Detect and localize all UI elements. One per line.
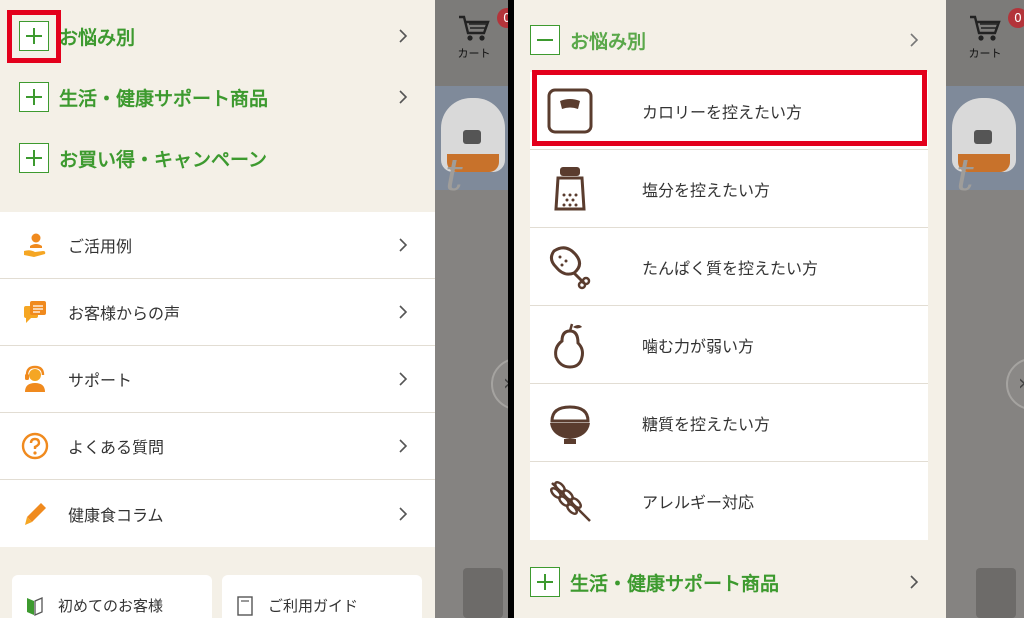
chevron-right-icon xyxy=(902,32,926,48)
highlight-box xyxy=(7,10,61,63)
product-image xyxy=(463,568,503,618)
pen-icon xyxy=(20,499,50,529)
info-link-list: ご活用例 お客様からの声 サポート よくある質問 健康食コラム xyxy=(0,212,435,547)
right-screenshot: お悩み別 カロリーを控えたい方 塩分を控えたい方 たんぱく質を控えたい方 噛む力… xyxy=(514,0,1024,618)
link-faq[interactable]: よくある質問 xyxy=(0,413,435,480)
highlight-box xyxy=(532,70,927,146)
drumstick-icon xyxy=(544,241,596,293)
speech-bubble-icon xyxy=(20,297,50,327)
category-label: お悩み別 xyxy=(59,26,136,49)
wheat-icon xyxy=(544,475,596,527)
salt-shaker-icon xyxy=(544,163,596,215)
concern-label: 噛む力が弱い方 xyxy=(642,336,755,356)
chevron-right-icon: › xyxy=(503,371,508,396)
product-image xyxy=(976,568,1016,618)
beginner-mark-icon xyxy=(27,597,43,616)
page-backdrop-overlay[interactable]: t › 0 カート xyxy=(435,0,508,618)
category-concerns-expanded[interactable]: お悩み別 xyxy=(514,10,946,70)
chevron-right-icon xyxy=(391,237,415,253)
category-label: 生活・健康サポート商品 xyxy=(570,572,780,595)
cart-button[interactable]: 0 カート xyxy=(950,8,1024,61)
chevron-right-icon xyxy=(391,304,415,320)
link-customer-voices[interactable]: お客様からの声 xyxy=(0,279,435,346)
chevron-right-icon: › xyxy=(1018,371,1024,396)
rice-bowl-icon xyxy=(544,397,596,449)
question-icon xyxy=(20,431,50,461)
cart-label: カート xyxy=(968,47,1002,60)
guide-book-icon xyxy=(237,596,253,616)
chevron-right-icon xyxy=(391,371,415,387)
decorative-script: t xyxy=(445,150,463,201)
chevron-right-icon xyxy=(391,438,415,454)
pear-icon xyxy=(544,319,596,371)
minus-icon[interactable] xyxy=(530,25,560,55)
link-label: ご活用例 xyxy=(68,237,133,256)
card-label: ご利用ガイド xyxy=(268,597,359,615)
concern-carbohydrate[interactable]: 糖質を控えたい方 xyxy=(530,384,928,462)
cart-count-badge: 0 xyxy=(1008,8,1024,28)
cart-button[interactable]: 0 カート xyxy=(439,8,508,61)
link-label: 健康食コラム xyxy=(68,505,164,525)
category-label: お買い得・キャンペーン xyxy=(59,148,268,171)
link-label: サポート xyxy=(68,371,133,390)
side-menu-expanded: お悩み別 カロリーを控えたい方 塩分を控えたい方 たんぱく質を控えたい方 噛む力… xyxy=(514,0,946,618)
card-label: 初めてのお客様 xyxy=(58,597,164,615)
cart-icon: 0 xyxy=(457,8,508,42)
link-label: よくある質問 xyxy=(68,438,165,457)
concern-label: 塩分を控えたい方 xyxy=(642,180,771,200)
link-label: お客様からの声 xyxy=(68,304,181,323)
link-health-food-column[interactable]: 健康食コラム xyxy=(0,480,435,547)
left-screenshot: お悩み別 生活・健康サポート商品 お買い得・キャンペーン ご活用例 お客様からの… xyxy=(0,0,508,618)
decorative-script: t xyxy=(956,150,974,201)
concern-chewing[interactable]: 噛む力が弱い方 xyxy=(530,306,928,384)
category-life-health-products[interactable]: 生活・健康サポート商品 xyxy=(514,552,946,612)
bottom-card-row: 初めてのお客様 ご利用ガイド xyxy=(12,575,422,618)
chevron-right-icon xyxy=(391,89,415,105)
card-usage-guide[interactable]: ご利用ガイド xyxy=(222,575,422,618)
cart-label: カート xyxy=(457,47,491,60)
category-concerns[interactable]: お悩み別 xyxy=(0,6,435,66)
cart-count-badge: 0 xyxy=(497,8,508,28)
page-backdrop-overlay[interactable]: t › 0 カート xyxy=(946,0,1024,618)
concern-protein[interactable]: たんぱく質を控えたい方 xyxy=(530,228,928,306)
concern-label: アレルギー対応 xyxy=(642,493,755,512)
hand-person-icon xyxy=(20,230,50,260)
concern-allergy[interactable]: アレルギー対応 xyxy=(530,462,928,540)
category-life-health-products[interactable]: 生活・健康サポート商品 xyxy=(0,67,435,127)
plus-icon[interactable] xyxy=(19,82,49,112)
chevron-right-icon xyxy=(391,506,415,522)
concern-salt[interactable]: 塩分を控えたい方 xyxy=(530,150,928,228)
link-usage-examples[interactable]: ご活用例 xyxy=(0,212,435,279)
chevron-right-icon xyxy=(902,574,926,590)
link-support[interactable]: サポート xyxy=(0,346,435,413)
concern-label: たんぱく質を控えたい方 xyxy=(642,258,819,278)
category-label: 生活・健康サポート商品 xyxy=(59,87,269,110)
chevron-right-icon xyxy=(391,28,415,44)
card-first-time-customers[interactable]: 初めてのお客様 xyxy=(12,575,212,618)
cart-icon: 0 xyxy=(968,8,1024,42)
side-menu: お悩み別 生活・健康サポート商品 お買い得・キャンペーン ご活用例 お客様からの… xyxy=(0,0,435,618)
category-label: お悩み別 xyxy=(570,30,647,53)
category-deals-campaign[interactable]: お買い得・キャンペーン xyxy=(0,128,435,188)
plus-icon[interactable] xyxy=(19,143,49,173)
support-operator-icon xyxy=(20,364,50,394)
plus-icon[interactable] xyxy=(530,567,560,597)
concern-label: 糖質を控えたい方 xyxy=(642,414,771,434)
